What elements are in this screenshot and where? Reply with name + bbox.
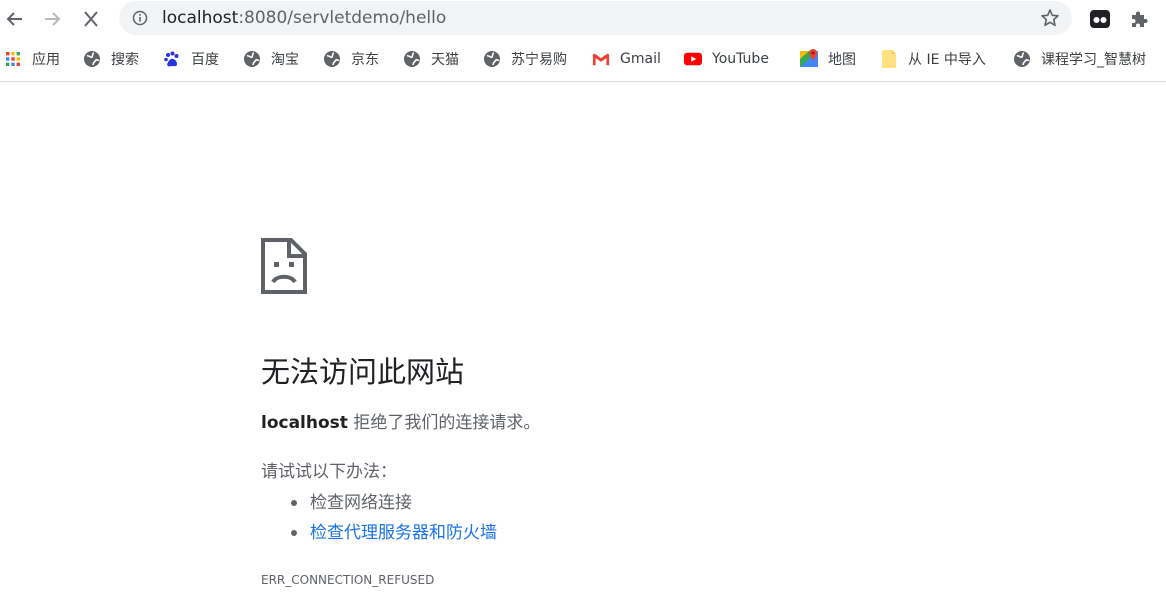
youtube-icon (684, 50, 702, 68)
url-text[interactable]: localhost:8080/servletdemo/hello (162, 8, 446, 28)
error-host: localhost (261, 413, 348, 433)
star-icon[interactable] (1040, 8, 1060, 28)
bookmark-label: Gmail (620, 51, 661, 67)
bullet-icon (291, 530, 297, 536)
bookmark-label: 淘宝 (271, 52, 299, 68)
stop-button[interactable] (76, 4, 106, 34)
globe-icon (83, 50, 101, 68)
bookmark-maps[interactable]: 地图 (800, 48, 856, 70)
bookmark-apps[interactable]: 应用 (4, 48, 60, 70)
baidu-paw-icon (163, 50, 181, 68)
suggestion-link-text[interactable]: 检查代理服务器和防火墙 (310, 523, 497, 543)
arrow-right-icon (45, 12, 61, 26)
extension-icon (1090, 10, 1110, 28)
bookmark-label: 天猫 (431, 52, 459, 68)
suggestions-title: 请试试以下办法： (261, 462, 397, 482)
bookmark-label: 苏宁易购 (511, 52, 567, 68)
bookmark-jd[interactable]: 京东 (323, 48, 379, 70)
bookmark-label: YouTube (712, 51, 769, 67)
maps-pin-icon (800, 49, 818, 68)
bookmark-label: 应用 (32, 52, 60, 68)
bookmark-suning[interactable]: 苏宁易购 (483, 48, 567, 70)
bookmark-label: 课程学习_智慧树 (1041, 52, 1146, 68)
arrow-left-icon (6, 12, 22, 26)
apps-grid-icon (4, 50, 22, 68)
url-path: :8080/servletdemo/hello (238, 8, 447, 28)
forward-button[interactable] (37, 4, 67, 34)
globe-icon (483, 50, 501, 68)
globe-icon (323, 50, 341, 68)
puzzle-icon (1132, 11, 1148, 27)
error-description-text: 拒绝了我们的连接请求。 (347, 413, 541, 433)
close-icon (84, 11, 98, 27)
back-button[interactable] (0, 4, 30, 34)
bookmark-label: 京东 (351, 52, 379, 68)
bookmark-label: 百度 (191, 52, 219, 68)
extension-button[interactable] (1087, 6, 1113, 32)
bookmark-label: 地图 (828, 52, 856, 68)
bookmark-zhihuishu[interactable]: 课程学习_智慧树 (1013, 48, 1146, 70)
bookmark-taobao[interactable]: 淘宝 (243, 48, 299, 70)
bullet-icon (291, 500, 297, 506)
bookmark-label: 搜索 (111, 52, 139, 68)
extensions-menu-button[interactable] (1126, 6, 1152, 32)
bookmark-baidu[interactable]: 百度 (163, 48, 219, 70)
error-title: 无法访问此网站 (261, 355, 465, 389)
error-code: ERR_CONNECTION_REFUSED (261, 573, 435, 587)
bookmark-search[interactable]: 搜索 (83, 48, 139, 70)
bookmark-gmail[interactable]: Gmail (592, 48, 661, 70)
globe-icon (243, 50, 261, 68)
bookmark-youtube[interactable]: YouTube (684, 48, 769, 70)
gmail-icon (592, 50, 610, 68)
info-icon[interactable] (132, 10, 148, 26)
folder-icon (880, 50, 898, 68)
suggestion-check-network: 检查网络连接 (261, 488, 497, 518)
suggestion-check-proxy-link[interactable]: 检查代理服务器和防火墙 (261, 518, 497, 548)
browser-toolbar: localhost:8080/servletdemo/hello (0, 0, 1166, 38)
globe-icon (403, 50, 421, 68)
url-host: localhost (162, 8, 239, 28)
bookmarks-bar: 应用 搜索 百度 淘宝 京东 天猫 苏宁易购 Gmail YouTube 地图 … (0, 38, 1166, 82)
bookmark-label: 从 IE 中导入 (908, 52, 986, 68)
bookmark-tmall[interactable]: 天猫 (403, 48, 459, 70)
bookmark-ie-import[interactable]: 从 IE 中导入 (880, 48, 986, 70)
sad-page-icon (261, 238, 307, 294)
suggestions-list: 检查网络连接 检查代理服务器和防火墙 (261, 488, 497, 548)
error-description: localhost 拒绝了我们的连接请求。 (261, 411, 540, 435)
globe-icon (1013, 50, 1031, 68)
suggestion-text: 检查网络连接 (310, 493, 412, 513)
address-bar[interactable]: localhost:8080/servletdemo/hello (119, 1, 1072, 35)
